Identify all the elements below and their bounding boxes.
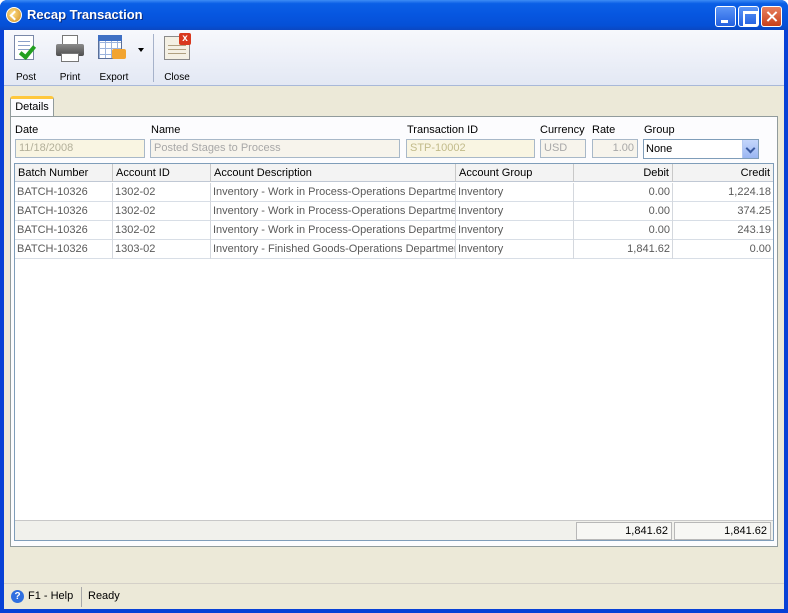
table-row[interactable]: BATCH-10326 1303-02 Inventory - Finished… xyxy=(15,240,773,259)
minimize-button[interactable] xyxy=(715,6,736,27)
batch-number-cell: BATCH-10326 xyxy=(15,202,113,221)
account-id-cell: 1302-02 xyxy=(113,183,211,202)
credit-cell: 243.19 xyxy=(737,224,771,236)
table-row[interactable]: BATCH-10326 1302-02 Inventory - Work in … xyxy=(15,183,773,202)
export-icon xyxy=(98,33,144,63)
close-icon: x xyxy=(162,33,192,63)
print-button[interactable]: Print xyxy=(53,33,87,83)
post-icon xyxy=(11,33,41,63)
account-id-cell: 1302-02 xyxy=(113,202,211,221)
close-button[interactable]: x Close xyxy=(161,33,193,83)
name-label: Name xyxy=(151,124,181,136)
debit-total: 1,841.62 xyxy=(576,522,672,540)
debit-cell: 0.00 xyxy=(574,183,673,202)
post-label: Post xyxy=(15,72,36,83)
toolbar: Post Print Export x Close xyxy=(4,30,784,86)
rate-field[interactable]: 1.00 xyxy=(592,139,638,158)
account-description-cell: Inventory - Work in Process-Operations D… xyxy=(211,183,456,202)
account-id-cell: 1302-02 xyxy=(113,221,211,240)
grid-header: Batch Number Account ID Account Descript… xyxy=(15,164,773,182)
chevron-down-icon[interactable] xyxy=(138,48,144,52)
column-header-credit[interactable]: Credit xyxy=(673,164,773,182)
export-button[interactable]: Export xyxy=(96,33,146,83)
recap-grid: Batch Number Account ID Account Descript… xyxy=(14,163,774,541)
window-title: Recap Transaction xyxy=(27,7,143,22)
help-icon[interactable]: ? xyxy=(11,590,24,603)
debit-cell: 1,841.62 xyxy=(574,240,673,259)
credit-cell: 0.00 xyxy=(749,243,771,255)
column-header-account-id[interactable]: Account ID xyxy=(113,164,211,182)
group-select-value: None xyxy=(646,143,673,155)
group-select[interactable]: None xyxy=(643,139,759,159)
account-id-cell: 1303-02 xyxy=(113,240,211,259)
date-label: Date xyxy=(15,124,39,136)
status-text: Ready xyxy=(88,590,120,602)
group-label: Group xyxy=(644,124,675,136)
app-icon xyxy=(6,7,22,23)
account-description-cell: Inventory - Work in Process-Operations D… xyxy=(211,202,456,221)
batch-number-cell: BATCH-10326 xyxy=(15,183,113,202)
date-field[interactable]: 11/18/2008 xyxy=(15,139,145,158)
account-group-cell: Inventory xyxy=(456,240,574,259)
debit-cell: 0.00 xyxy=(574,221,673,240)
table-row[interactable]: BATCH-10326 1302-02 Inventory - Work in … xyxy=(15,202,773,221)
column-header-batch-number[interactable]: Batch Number xyxy=(15,164,113,182)
credit-cell: 1,224.18 xyxy=(728,186,771,198)
grid-totals-row: 1,841.62 1,841.62 xyxy=(15,520,773,540)
printer-icon xyxy=(55,33,85,63)
tab-details[interactable]: Details xyxy=(10,96,54,117)
help-hint[interactable]: F1 - Help xyxy=(28,590,73,602)
transaction-id-label: Transaction ID xyxy=(407,124,479,136)
account-group-cell: Inventory xyxy=(456,202,574,221)
status-divider xyxy=(81,587,82,607)
table-row[interactable]: BATCH-10326 1302-02 Inventory - Work in … xyxy=(15,221,773,240)
batch-number-cell: BATCH-10326 xyxy=(15,221,113,240)
print-label: Print xyxy=(59,72,81,83)
column-header-account-group[interactable]: Account Group xyxy=(456,164,574,182)
currency-field[interactable]: USD xyxy=(540,139,586,158)
account-group-cell: Inventory xyxy=(456,221,574,240)
transaction-id-field[interactable]: STP-10002 xyxy=(406,139,535,158)
rate-label: Rate xyxy=(592,124,616,136)
chevron-down-icon[interactable] xyxy=(742,140,758,158)
account-description-cell: Inventory - Work in Process-Operations D… xyxy=(211,221,456,240)
column-header-debit[interactable]: Debit xyxy=(574,164,673,182)
debit-cell: 0.00 xyxy=(574,202,673,221)
name-field[interactable]: Posted Stages to Process xyxy=(150,139,400,158)
batch-number-cell: BATCH-10326 xyxy=(15,240,113,259)
account-group-cell: Inventory xyxy=(456,183,574,202)
credit-total: 1,841.62 xyxy=(674,522,771,540)
column-header-account-description[interactable]: Account Description xyxy=(211,164,456,182)
status-bar: ? F1 - Help Ready xyxy=(4,583,784,609)
title-bar[interactable]: Recap Transaction xyxy=(0,0,788,30)
maximize-button[interactable] xyxy=(738,6,759,27)
account-description-cell: Inventory - Finished Goods-Operations De… xyxy=(211,240,456,259)
currency-label: Currency xyxy=(540,124,585,136)
post-button[interactable]: Post xyxy=(10,33,42,83)
recap-transaction-window: Recap Transaction Post Print Export x Cl… xyxy=(0,0,788,613)
export-label: Export xyxy=(99,72,129,83)
close-window-button[interactable] xyxy=(761,6,782,27)
toolbar-divider xyxy=(153,34,154,82)
credit-cell: 374.25 xyxy=(737,205,771,217)
close-label: Close xyxy=(164,72,190,83)
window-client-area: Post Print Export x Close Details Date 1… xyxy=(4,30,784,609)
